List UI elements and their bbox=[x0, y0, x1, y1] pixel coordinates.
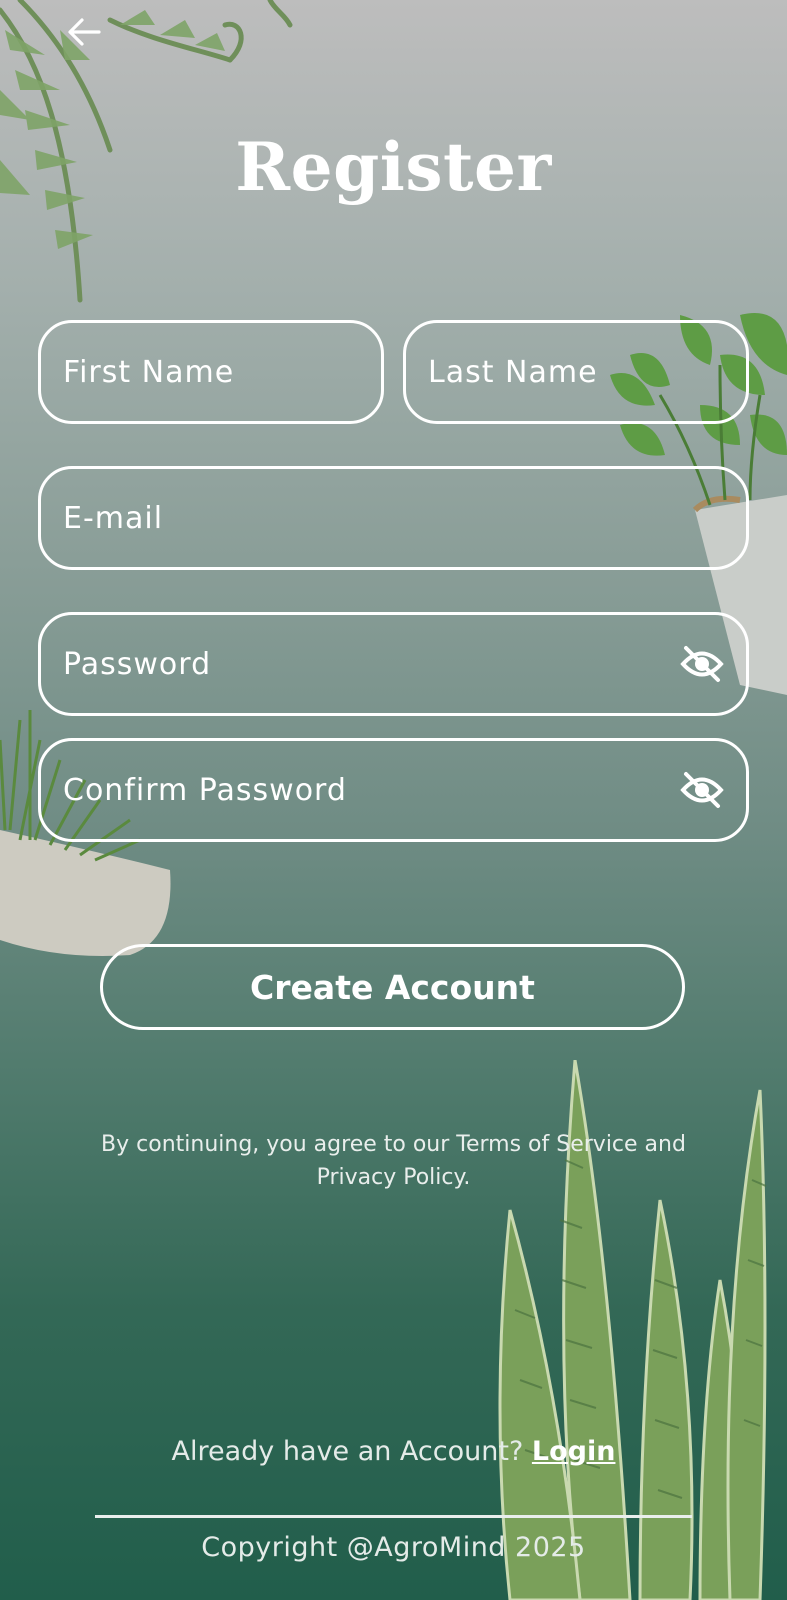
terms-notice: By continuing, you agree to our Terms of… bbox=[101, 1132, 686, 1190]
arrow-left-icon bbox=[68, 18, 101, 46]
footer-divider bbox=[95, 1515, 692, 1518]
last-name-placeholder: Last Name bbox=[428, 354, 598, 390]
first-name-placeholder: First Name bbox=[63, 354, 235, 390]
confirm-password-field[interactable]: Confirm Password bbox=[38, 738, 749, 842]
login-prompt-text: Already have an Account? bbox=[171, 1436, 524, 1467]
login-link[interactable]: Login bbox=[532, 1436, 616, 1467]
back-button[interactable] bbox=[60, 12, 108, 52]
login-prompt: Already have an Account? Login bbox=[0, 1436, 787, 1467]
email-field[interactable]: E-mail bbox=[38, 466, 749, 570]
first-name-field[interactable]: First Name bbox=[38, 320, 384, 424]
copyright-text: Copyright @AgroMind 2025 bbox=[201, 1532, 586, 1563]
confirm-password-visibility-toggle[interactable] bbox=[680, 770, 724, 810]
eye-off-icon bbox=[680, 646, 724, 682]
page-title: Register bbox=[235, 128, 552, 206]
last-name-field[interactable]: Last Name bbox=[403, 320, 749, 424]
password-field[interactable]: Password bbox=[38, 612, 749, 716]
password-placeholder: Password bbox=[63, 646, 212, 682]
password-visibility-toggle[interactable] bbox=[680, 644, 724, 684]
confirm-password-placeholder: Confirm Password bbox=[63, 772, 347, 808]
create-account-button[interactable]: Create Account bbox=[100, 944, 685, 1030]
create-account-label: Create Account bbox=[250, 967, 535, 1007]
email-placeholder: E-mail bbox=[63, 500, 164, 536]
eye-off-icon bbox=[680, 772, 724, 808]
